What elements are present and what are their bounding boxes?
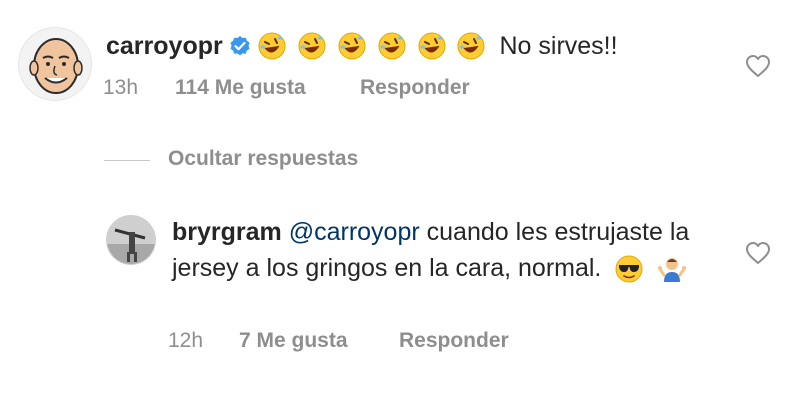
comment-2-username[interactable]: bryrgram	[172, 218, 282, 246]
comment-2-likes[interactable]: 7 Me gusta	[239, 329, 348, 353]
avatar-photo-icon	[107, 216, 155, 264]
rolling-laughing-emoji-icon	[298, 32, 326, 60]
comment-1-line: carroyopr No sirves!!	[106, 26, 618, 66]
heart-icon[interactable]	[745, 241, 771, 265]
sunglasses-face-emoji-icon	[615, 255, 643, 283]
verified-badge-icon	[229, 35, 251, 57]
rolling-laughing-emoji-icon	[418, 32, 446, 60]
heart-icon[interactable]	[745, 54, 771, 78]
replies-divider	[104, 160, 150, 161]
comment-1-username[interactable]: carroyopr	[106, 32, 223, 61]
avatar[interactable]	[18, 27, 92, 101]
comment-2-reply-button[interactable]: Responder	[399, 329, 509, 353]
rolling-laughing-emoji-icon	[378, 32, 406, 60]
comment-2-time[interactable]: 12h	[168, 329, 203, 353]
comment-1-text: No sirves!!	[499, 31, 618, 60]
rolling-laughing-emoji-icon	[457, 32, 485, 60]
comment-1-likes[interactable]: 114 Me gusta	[175, 76, 306, 100]
person-shrugging-emoji-icon	[658, 258, 687, 283]
comment-1-emojis	[257, 31, 490, 61]
comment-1-time[interactable]: 13h	[103, 76, 138, 100]
comment-1-reply-button[interactable]: Responder	[360, 76, 470, 100]
rolling-laughing-emoji-icon	[338, 32, 366, 60]
rolling-laughing-emoji-icon	[258, 32, 286, 60]
comment-2-mention[interactable]: @carroyopr	[289, 218, 420, 246]
avatar[interactable]	[106, 215, 156, 265]
comment-2-body: bryrgram @carroyopr cuando les estrujast…	[172, 214, 692, 286]
avatar-face-icon	[19, 28, 91, 100]
hide-replies-button[interactable]: Ocultar respuestas	[168, 147, 358, 171]
